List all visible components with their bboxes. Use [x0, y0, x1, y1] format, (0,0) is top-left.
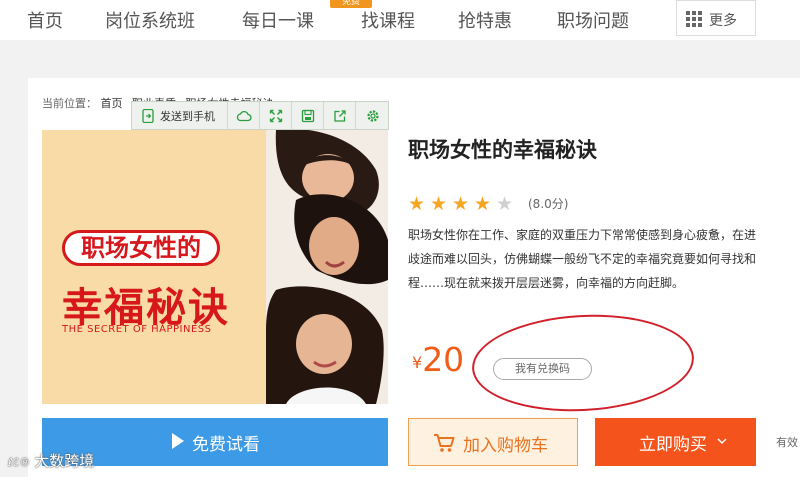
validity-text: 有效: [776, 436, 798, 449]
description-line: 程……现在就来拨开层层迷雾，向幸福的方向赶脚。: [408, 276, 685, 290]
settings-button[interactable]: [356, 102, 389, 129]
cart-icon: [434, 434, 455, 452]
star-icon: ★: [474, 193, 492, 215]
cover-subtitle: THE SECRET OF HAPPINESS: [62, 324, 212, 335]
nav-item-deals[interactable]: 抢特惠: [458, 7, 512, 33]
add-to-cart-button[interactable]: 加入购物车: [408, 418, 578, 466]
browser-extension-toolbar: 发送到手机: [131, 101, 389, 130]
star-icon: ★: [452, 193, 470, 215]
fullscreen-icon: [269, 109, 282, 122]
course-cover-image[interactable]: 职场女性的 幸福秘诀 THE SECRET OF HAPPINESS: [42, 130, 388, 404]
women-photo: [266, 130, 388, 404]
grid-icon: [686, 11, 702, 27]
settings-icon: [366, 109, 379, 122]
free-trial-label: 免费试看: [192, 435, 260, 455]
nav-item-find-course[interactable]: 找课程: [361, 7, 415, 33]
send-to-phone-label: 发送到手机: [160, 110, 215, 123]
cloud-icon: [236, 110, 252, 121]
save-icon: [301, 109, 314, 122]
redeem-code-button[interactable]: 我有兑换码: [493, 358, 592, 380]
save-button[interactable]: [292, 102, 324, 129]
fullscreen-button[interactable]: [260, 102, 292, 129]
price-amount: 20: [422, 340, 465, 379]
watermark-text: 大数跨境: [34, 452, 95, 470]
share-button[interactable]: [324, 102, 356, 129]
star-icon: ★: [408, 193, 426, 215]
description-line: 职场女性你在工作、家庭的双重压力下常常使感到身心疲惫，在进: [408, 228, 757, 242]
play-icon: [172, 433, 184, 449]
nav-item-home[interactable]: 首页: [27, 7, 63, 33]
more-button[interactable]: 更多: [676, 0, 756, 36]
star-icon: ★: [496, 193, 514, 215]
watermark: ℓℰ℗ 大数跨境: [8, 450, 94, 471]
nav-item-workplace-questions[interactable]: 职场问题: [557, 7, 629, 33]
breadcrumb-label: 当前位置：: [42, 97, 97, 110]
watermark-logo: ℓℰ℗: [8, 456, 31, 469]
top-nav: 首页 岗位系统班 每日一课 免费 找课程 抢特惠 职场问题 更多: [0, 0, 800, 40]
course-price: ¥20: [412, 340, 464, 379]
chevron-down-icon: [717, 438, 727, 445]
currency-symbol: ¥: [412, 353, 423, 372]
phone-send-icon: [142, 108, 154, 123]
breadcrumb-home[interactable]: 首页: [101, 97, 123, 110]
nav-item-job-system[interactable]: 岗位系统班: [105, 7, 195, 33]
send-to-phone-button[interactable]: 发送到手机: [132, 102, 228, 129]
description-line: 歧途而难以回头，仿佛蝴蝶一般纷飞不定的幸福究竟要如何寻找和: [408, 252, 757, 266]
course-title: 职场女性的幸福秘诀: [408, 138, 597, 162]
nav-item-daily-lesson[interactable]: 每日一课: [242, 7, 314, 33]
course-description: 职场女性你在工作、家庭的双重压力下常常使感到身心疲惫，在进 歧途而难以回头，仿佛…: [408, 223, 800, 295]
cloud-button[interactable]: [228, 102, 260, 129]
rating-score: (8.0分): [528, 197, 569, 211]
more-label: 更多: [709, 13, 737, 29]
star-icon: ★: [430, 193, 448, 215]
cover-title-line1: 职场女性的: [62, 230, 220, 266]
share-icon: [333, 109, 346, 122]
buy-now-label: 立即购买: [639, 435, 707, 455]
add-to-cart-label: 加入购物车: [463, 436, 548, 456]
buy-now-button[interactable]: 立即购买: [595, 418, 756, 466]
